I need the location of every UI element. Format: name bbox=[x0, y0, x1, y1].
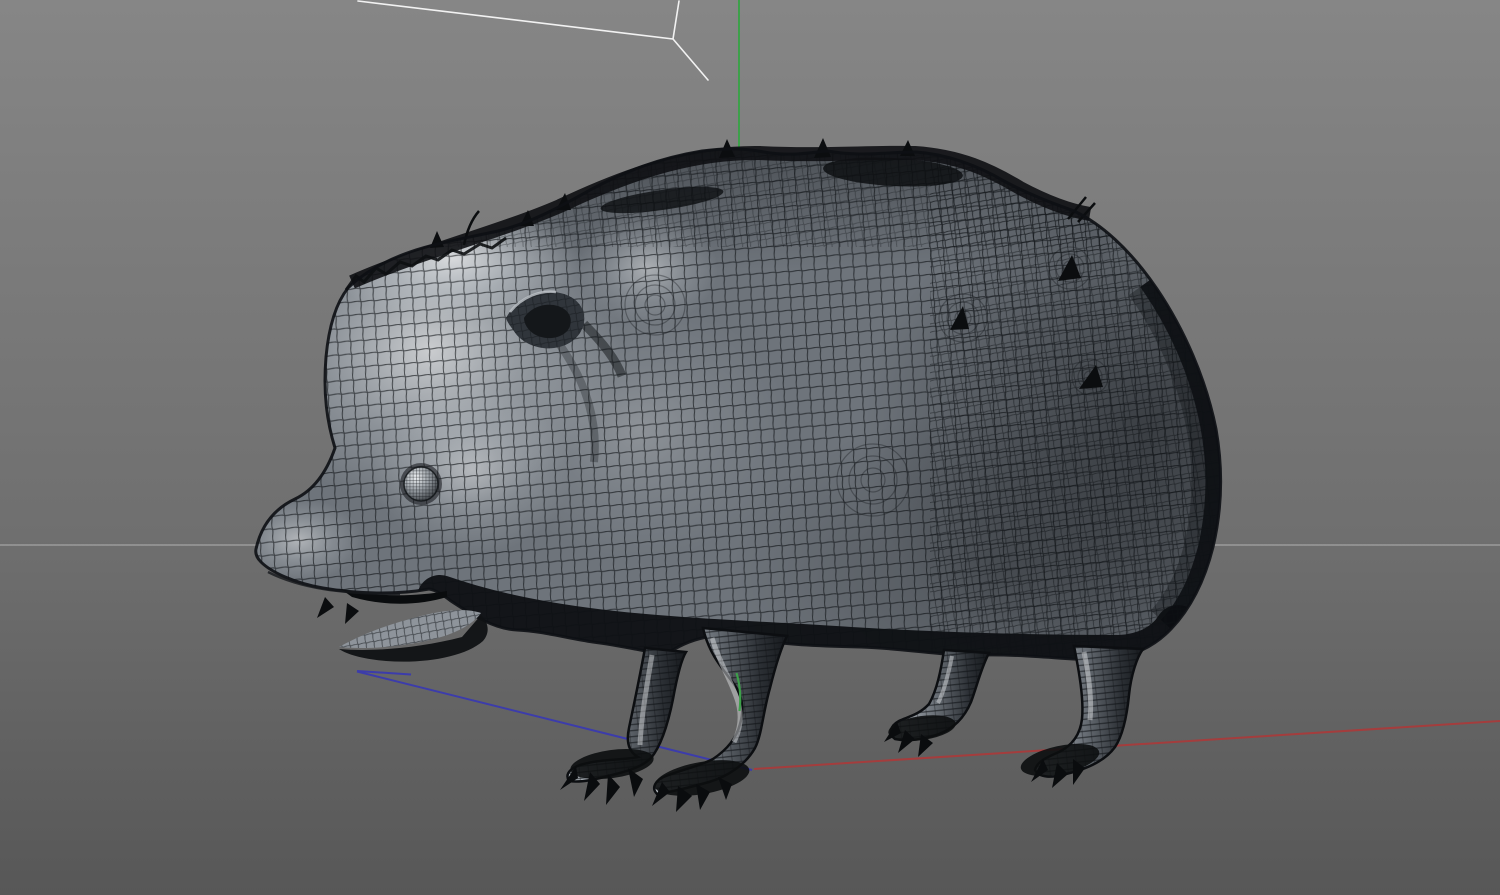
viewport-canvas[interactable] bbox=[0, 0, 1500, 895]
3d-viewport[interactable] bbox=[0, 0, 1500, 895]
eye bbox=[400, 463, 442, 505]
